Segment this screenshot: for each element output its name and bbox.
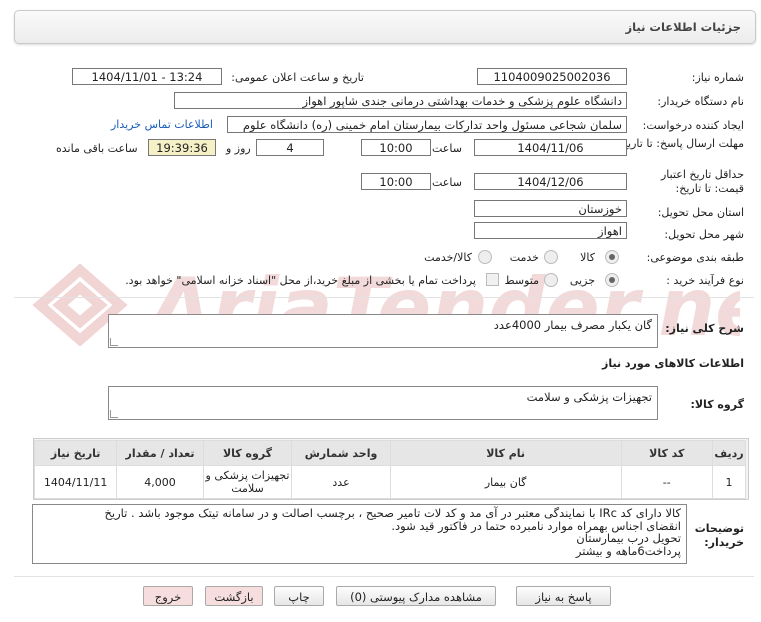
- buyer-org-field[interactable]: دانشگاه علوم پزشکی و خدمات بهداشتی درمان…: [174, 92, 627, 109]
- process-option-minor: جزیی: [569, 274, 595, 287]
- need-number-field[interactable]: 1104009025002036: [477, 68, 627, 85]
- table-row[interactable]: 1 -- گان بیمار عدد تجهیزات پزشکی و سلامت…: [33, 465, 746, 499]
- contact-info-link[interactable]: اطلاعات تماس خریدار: [111, 118, 213, 131]
- deadline-time-label: ساعت: [432, 142, 462, 155]
- category-option-goods: کالا: [580, 251, 595, 264]
- buyer-org-label: نام دستگاه خریدار:: [657, 95, 744, 108]
- buyer-notes-label-2: خریدار:: [704, 536, 744, 549]
- validity-date-field[interactable]: 1404/12/06: [474, 173, 627, 190]
- cell-qty: 4,000: [116, 465, 204, 499]
- items-table: ردیف کد کالا نام کالا واحد شمارش گروه کا…: [33, 440, 746, 499]
- province-label: استان محل تحویل:: [657, 206, 744, 219]
- province-field[interactable]: خوزستان: [474, 200, 627, 217]
- col-unit: واحد شمارش: [291, 440, 391, 466]
- category-radio-both[interactable]: [478, 250, 492, 264]
- buyer-notes-label-1: توضیحات: [694, 522, 744, 535]
- payment-note: پرداخت تمام یا بخشی از مبلغ خرید،از محل …: [125, 274, 476, 287]
- col-row: ردیف: [712, 440, 746, 466]
- validity-time-field[interactable]: 10:00: [361, 173, 431, 190]
- validity-label-2: قیمت: تا تاریخ:: [675, 182, 744, 195]
- reply-button[interactable]: پاسخ به نیاز: [516, 586, 611, 606]
- col-date: تاریخ نیاز: [33, 440, 118, 466]
- col-code: کد کالا: [620, 440, 714, 466]
- deadline-label: مهلت ارسال پاسخ: تا تاریخ:: [617, 137, 744, 150]
- buyer-notes-line: تحویل درب بیمارستان: [576, 531, 681, 545]
- col-group: گروه کالا: [202, 440, 293, 466]
- category-label: طبقه بندی موضوعی:: [646, 251, 744, 264]
- cell-name: گان بیمار: [389, 465, 622, 499]
- cell-row: 1: [712, 465, 746, 499]
- requester-field[interactable]: سلمان شجاعی مسئول واحد تدارکات بیمارستان…: [227, 116, 627, 133]
- category-radio-service[interactable]: [544, 250, 558, 264]
- attachments-button[interactable]: مشاهده مدارک پیوستی (0): [336, 586, 496, 606]
- goods-info-heading: اطلاعات کالاهای مورد نیاز: [602, 357, 744, 370]
- print-button[interactable]: چاپ: [274, 586, 324, 606]
- deadline-time-field[interactable]: 10:00: [361, 139, 431, 156]
- buyer-notes-textarea[interactable]: کالا دارای کد IRc با نمایندگی معتبر در آ…: [32, 504, 687, 564]
- goods-group-text: تجهیزات پزشکی و سلامت: [526, 390, 652, 404]
- col-name: نام کالا: [389, 440, 622, 466]
- resize-grip-icon[interactable]: [110, 338, 118, 346]
- back-button[interactable]: بازگشت: [205, 586, 263, 606]
- announce-field[interactable]: 1404/11/01 - 13:24: [72, 68, 222, 85]
- category-option-both: کالا/خدمت: [424, 251, 472, 264]
- validity-label-1: حداقل تاریخ اعتبار: [660, 168, 744, 181]
- goods-group-textarea[interactable]: تجهیزات پزشکی و سلامت: [108, 386, 658, 420]
- city-field[interactable]: اهواز: [474, 222, 627, 239]
- city-label: شهر محل تحویل:: [664, 228, 744, 241]
- resize-grip-icon[interactable]: [110, 410, 118, 418]
- process-option-medium: متوسط: [504, 274, 539, 287]
- process-radio-medium[interactable]: [544, 273, 558, 287]
- description-label: شرح کلی نیاز:: [665, 322, 744, 335]
- validity-time-label: ساعت: [432, 176, 462, 189]
- announce-label: تاریخ و ساعت اعلان عمومی:: [231, 71, 364, 84]
- process-radio-minor[interactable]: [605, 273, 619, 287]
- cell-unit: عدد: [291, 465, 391, 499]
- category-option-service: خدمت: [509, 251, 539, 264]
- goods-group-label: گروه کالا:: [690, 398, 744, 411]
- page-title: جزئیات اطلاعات نیاز: [625, 20, 741, 34]
- description-text: گان یکبار مصرف بیمار 4000عدد: [493, 318, 652, 332]
- category-radio-goods[interactable]: [605, 250, 619, 264]
- days-field[interactable]: 4: [256, 139, 324, 156]
- cell-date: 1404/11/11: [33, 465, 118, 499]
- remaining-label: ساعت باقی مانده: [56, 142, 138, 155]
- exit-button[interactable]: خروج: [143, 586, 193, 606]
- cell-code: --: [620, 465, 714, 499]
- description-textarea[interactable]: گان یکبار مصرف بیمار 4000عدد: [108, 314, 658, 348]
- requester-label: ایجاد کننده درخواست:: [642, 119, 744, 132]
- process-label: نوع فرآیند خرید :: [666, 274, 744, 287]
- page-header: جزئیات اطلاعات نیاز: [14, 10, 756, 44]
- payment-checkbox[interactable]: [486, 273, 499, 286]
- col-qty: تعداد / مقدار: [116, 440, 204, 466]
- buyer-notes-line: کالا دارای کد IRc با نمایندگی معتبر در آ…: [104, 506, 681, 520]
- deadline-date-field[interactable]: 1404/11/06: [474, 139, 627, 156]
- buyer-notes-line: پرداخت6ماهه و بیشتر: [575, 543, 681, 558]
- days-label: روز و: [226, 142, 251, 155]
- need-number-label: شماره نیاز:: [691, 71, 744, 84]
- cell-group: تجهیزات پزشکی و سلامت: [202, 465, 293, 499]
- remaining-time-field: 19:39:36: [148, 139, 216, 156]
